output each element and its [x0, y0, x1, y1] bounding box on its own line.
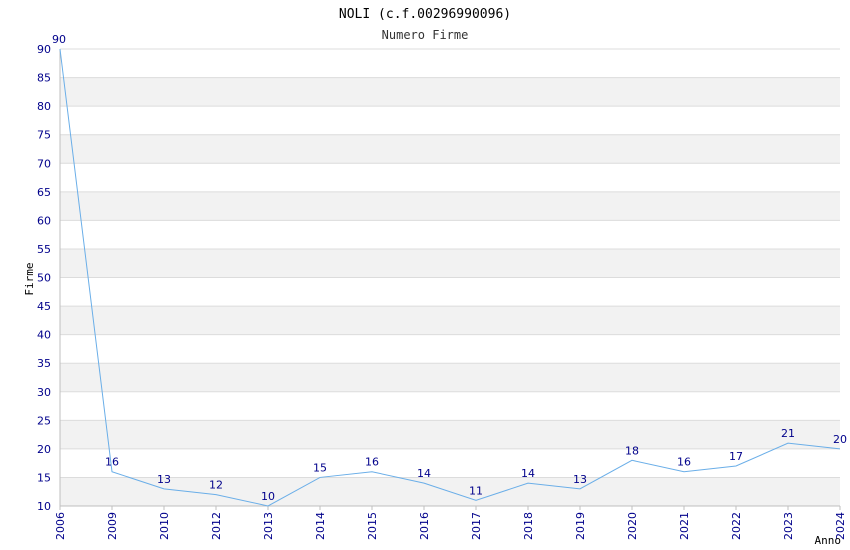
data-label: 15 [313, 461, 327, 474]
plot-band [60, 306, 840, 335]
x-tick-label: 2019 [574, 512, 587, 540]
plot-band [60, 248, 840, 278]
x-tick-label: 2017 [470, 512, 483, 540]
x-tick-label: 2016 [418, 512, 431, 540]
plot-band [60, 191, 840, 221]
chart-subtitle: Numero Firme [382, 28, 469, 42]
x-tick-label: 2009 [106, 512, 119, 540]
y-tick-labels: 10 15 20 25 30 35 40 45 50 55 60 65 70 75 80 85 90 [37, 43, 51, 513]
x-tick-label: 2010 [158, 512, 171, 540]
x-tick-label: 2018 [522, 512, 535, 540]
y-tick-label: 85 [37, 72, 51, 85]
x-tick-label: 2023 [782, 512, 795, 540]
x-tick-label: 2012 [210, 512, 223, 540]
data-label: 16 [105, 456, 119, 469]
plot-bands [60, 77, 840, 506]
x-tick-label: 2015 [366, 512, 379, 540]
y-tick-label: 10 [37, 500, 51, 513]
y-tick-label: 55 [37, 243, 51, 256]
chart-title: NOLI (c.f.00296990096) [339, 7, 511, 22]
y-tick-label: 70 [37, 157, 51, 170]
plot-band [60, 134, 840, 164]
y-tick-label: 80 [37, 100, 51, 113]
data-label: 17 [729, 450, 743, 463]
data-label: 12 [209, 479, 223, 492]
y-tick-label: 50 [37, 272, 51, 285]
data-label: 13 [157, 473, 171, 486]
y-tick-label: 90 [37, 43, 51, 56]
data-label: 14 [417, 467, 431, 480]
x-tick-labels: 2006 2009 2010 2012 2013 2014 2015 2016 2017 2018… [54, 512, 847, 540]
x-tick-label: 2006 [54, 512, 67, 540]
x-tick-label: 2020 [626, 512, 639, 540]
data-label: 18 [625, 444, 639, 457]
data-label: 13 [573, 473, 587, 486]
y-tick-label: 15 [37, 471, 51, 484]
y-tick-label: 25 [37, 414, 51, 427]
plot-band [60, 420, 840, 449]
y-axis-label: Firme [23, 262, 36, 295]
data-label: 16 [365, 456, 379, 469]
data-label: 14 [521, 467, 535, 480]
chart: 10 15 20 25 30 35 40 45 50 55 60 65 70 75 80 85 90 2006 2… [0, 0, 850, 550]
plot-band [60, 77, 840, 107]
x-tick-label: 2013 [262, 512, 275, 540]
y-tick-label: 45 [37, 300, 51, 313]
data-label: 90 [52, 33, 66, 46]
x-axis-label: Anno [815, 534, 842, 547]
x-tick-label: 2022 [730, 512, 743, 540]
y-tick-label: 75 [37, 129, 51, 142]
data-label: 16 [677, 456, 691, 469]
plot-band [60, 363, 840, 392]
data-label: 21 [781, 427, 795, 440]
line-chart: 1015202530354045505560657075808590 2006 2… [23, 7, 847, 547]
y-tick-label: 30 [37, 386, 51, 399]
y-tick-label: 65 [37, 186, 51, 199]
y-tick-label: 40 [37, 329, 51, 342]
data-label: 11 [469, 484, 483, 497]
y-tick-label: 60 [37, 214, 51, 227]
y-tick-label: 35 [37, 357, 51, 370]
data-label: 20 [833, 433, 847, 446]
x-tick-label: 2021 [678, 512, 691, 540]
data-label: 10 [261, 490, 275, 503]
x-tick-label: 2014 [314, 512, 327, 540]
y-tick-label: 20 [37, 443, 51, 456]
